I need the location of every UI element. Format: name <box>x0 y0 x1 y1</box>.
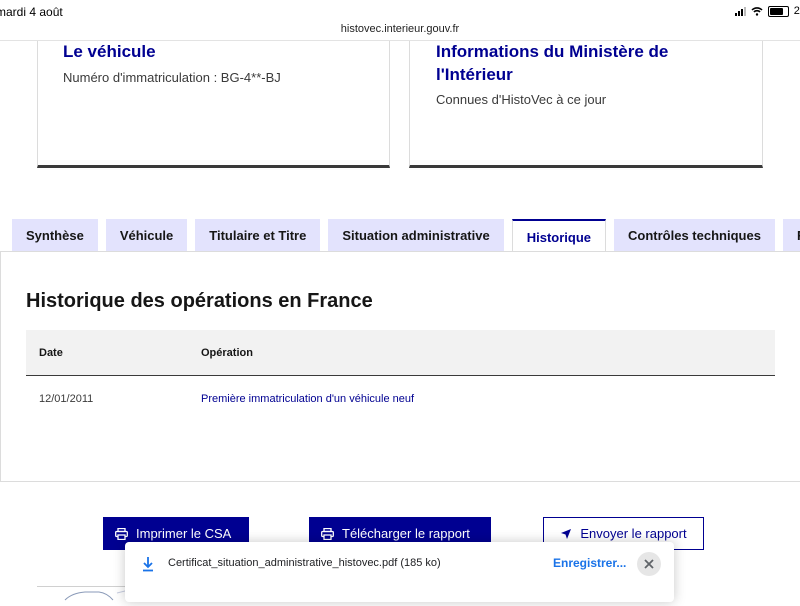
close-download-button[interactable] <box>637 552 661 576</box>
card-title: Le véhicule <box>63 42 156 61</box>
battery-icon <box>767 5 789 17</box>
download-arrow-icon <box>143 557 153 572</box>
car-icon <box>64 589 130 601</box>
tab-situation-administrative[interactable]: Situation administrative <box>328 219 504 252</box>
save-download-button[interactable]: Enregistrer... <box>553 556 626 570</box>
send-arrow-icon <box>561 528 572 539</box>
battery-level: 26 <box>793 5 800 17</box>
printer-icon <box>321 527 334 540</box>
card-subtitle: Connues d'HistoVec à ce jour <box>436 92 607 107</box>
send-report-label: Envoyer le rapport <box>580 526 687 541</box>
status-time: mardi 4 août <box>0 5 63 19</box>
row-date: 12/01/2011 <box>39 392 94 405</box>
page-title: Historique des opérations en France <box>26 290 373 312</box>
tab-synthese[interactable]: Synthèse <box>12 219 98 252</box>
tab-historique[interactable]: Historique <box>511 219 607 253</box>
history-table: Date Opération 12/01/2011 Première immat… <box>26 330 775 421</box>
row-operation: Première immatriculation d'un véhicule n… <box>201 392 415 405</box>
ministry-card: Informations du Ministère de l'Intérieur… <box>409 40 763 168</box>
print-csa-label: Imprimer le CSA <box>136 526 232 541</box>
table-row: 12/01/2011 Première immatriculation d'un… <box>26 376 775 421</box>
tab-bar: Synthèse Véhicule Titulaire et Titre Sit… <box>12 219 800 253</box>
close-icon <box>644 559 654 569</box>
address-bar-url[interactable]: histovec.interieur.gouv.fr <box>0 23 800 35</box>
column-header-date: Date <box>39 346 63 359</box>
wifi-icon <box>751 7 763 16</box>
download-filename: Certificat_situation_administrative_hist… <box>168 557 441 569</box>
car-illustration <box>37 586 137 601</box>
tab-vehicule[interactable]: Véhicule <box>105 219 188 252</box>
column-header-operation: Opération <box>201 346 253 359</box>
tab-titulaire[interactable]: Titulaire et Titre <box>195 219 321 252</box>
card-title: Informations du Ministère de l'Intérieur <box>436 42 669 84</box>
tab-rapport[interactable]: Rap <box>782 219 800 252</box>
history-panel: Historique des opérations en France Date… <box>0 251 800 482</box>
printer-icon <box>115 527 128 540</box>
status-icons: 26 <box>734 5 800 17</box>
tab-controles-techniques[interactable]: Contrôles techniques <box>614 219 775 252</box>
vehicle-card: Le véhicule Numéro d'immatriculation : B… <box>37 40 390 168</box>
status-bar: mardi 4 août histovec.interieur.gouv.fr … <box>0 0 800 41</box>
table-header: Date Opération <box>26 330 775 376</box>
download-report-label: Télécharger le rapport <box>342 526 470 541</box>
signal-icon <box>734 6 746 16</box>
download-bar: Certificat_situation_administrative_hist… <box>125 542 674 602</box>
card-subtitle: Numéro d'immatriculation : BG-4**-BJ <box>63 70 281 85</box>
